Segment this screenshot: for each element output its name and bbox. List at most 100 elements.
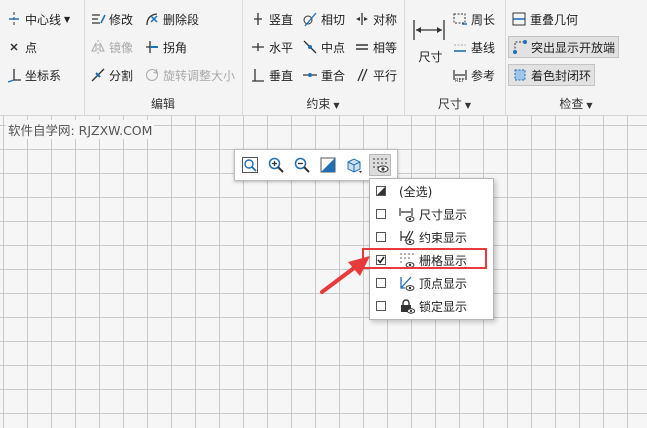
vertical-constraint-icon (254, 13, 262, 25)
menu-item-label: (全选) (399, 184, 433, 199)
svg-text:REF: REF (455, 78, 465, 83)
overlap-geometry-icon (512, 12, 526, 26)
ribbon: 中心线 ▼ 点 坐标系 修改 删除段 镜像 拐角 分割 旋转调整大小 编辑 竖直… (0, 0, 647, 116)
reference-icon: REF (453, 70, 467, 83)
baseline-label: 基线 (471, 40, 496, 55)
overlap-geometry-button[interactable]: 重叠几何 (511, 9, 578, 29)
parallel-constraint-button[interactable]: 平行 (354, 65, 397, 85)
symmetric-constraint-icon (356, 13, 368, 25)
centerline-label: 中心线 (25, 12, 62, 27)
tangent-constraint-button[interactable]: 相切 (302, 9, 345, 29)
checkbox-partial[interactable] (376, 186, 386, 196)
equal-constraint-icon (356, 44, 368, 50)
horizontal-constraint-button[interactable]: 水平 (250, 37, 293, 57)
perimeter-icon (453, 13, 467, 25)
tangent-constraint-icon (303, 12, 317, 27)
shade-closed-loops-label: 着色封闭环 (531, 68, 592, 83)
menu-item-vertex-display[interactable]: 顶点显示 (370, 272, 493, 294)
display-style-button[interactable] (343, 154, 365, 176)
chevron-down-icon[interactable]: ▼ (333, 101, 339, 110)
constraint-display-icon (400, 230, 415, 245)
refit-button[interactable] (239, 154, 261, 176)
dimension-button[interactable]: 尺寸 (412, 12, 449, 70)
checkbox[interactable] (376, 209, 386, 219)
midpoint-constraint-button[interactable]: 中点 (302, 37, 345, 57)
mirror-label: 镜像 (109, 40, 134, 55)
zoom-in-icon (268, 157, 284, 173)
point-icon (10, 43, 18, 51)
arrow-annotation-icon (320, 256, 370, 294)
rotate-resize-button[interactable]: 旋转调整大小 (144, 65, 235, 85)
checkbox[interactable] (376, 232, 386, 242)
zoom-out-icon (294, 157, 310, 173)
baseline-button[interactable]: 基线 (452, 37, 495, 57)
perpendicular-constraint-button[interactable]: 垂直 (250, 65, 293, 85)
chevron-down-icon[interactable]: ▼ (465, 101, 471, 110)
reference-button[interactable]: REF 参考 (452, 65, 495, 85)
symmetric-constraint-button[interactable]: 对称 (354, 9, 397, 29)
checkbox[interactable] (376, 301, 386, 311)
inspect-group: 重叠几何 突出显示开放端 着色封闭环 检查 ▼ (505, 0, 647, 115)
menu-item-lock-display[interactable]: 锁定显示 (370, 295, 493, 317)
delete-segment-button[interactable]: 删除段 (144, 9, 199, 29)
cube-icon (347, 158, 362, 173)
sketch-view-button[interactable] (317, 154, 339, 176)
equal-constraint-label: 相等 (373, 40, 398, 55)
chevron-down-icon[interactable]: ▼ (586, 101, 592, 110)
coordinate-system-button[interactable]: 坐标系 (6, 65, 61, 85)
divide-button[interactable]: 分割 (90, 65, 133, 85)
vertical-constraint-label: 竖直 (269, 12, 294, 27)
centerline-icon (9, 12, 19, 26)
modify-button[interactable]: 修改 (90, 9, 133, 29)
divide-icon (91, 68, 105, 82)
zoom-in-button[interactable] (265, 154, 287, 176)
highlight-open-ends-button[interactable]: 突出显示开放端 (508, 36, 620, 58)
edit-group: 修改 删除段 镜像 拐角 分割 旋转调整大小 编辑 (84, 0, 243, 115)
menu-item-label: 约束显示 (419, 230, 468, 245)
perimeter-button[interactable]: 周长 (452, 9, 495, 29)
baseline-icon (454, 44, 466, 52)
dimension-display-icon (399, 208, 415, 222)
menu-item-select-all[interactable]: (全选) (370, 180, 493, 202)
modify-icon (92, 14, 106, 24)
dimension-group: 尺寸 周长 基线 REF 参考 尺寸 ▼ (404, 0, 506, 115)
zoom-out-button[interactable] (291, 154, 313, 176)
menu-item-label: 锁定显示 (419, 299, 468, 314)
menu-item-constraint-display[interactable]: 约束显示 (370, 226, 493, 248)
mirror-button[interactable]: 镜像 (90, 37, 133, 57)
rotate-resize-label: 旋转调整大小 (163, 68, 236, 83)
highlight-box (362, 248, 487, 269)
sketch-view-icon (320, 157, 336, 173)
menu-item-dimension-display[interactable]: 尺寸显示 (370, 203, 493, 225)
checkbox[interactable] (376, 278, 386, 288)
horizontal-constraint-label: 水平 (269, 40, 294, 55)
modify-label: 修改 (109, 12, 134, 27)
point-button[interactable]: 点 (6, 37, 37, 57)
horizontal-constraint-icon (252, 43, 264, 51)
sketcher-display-filter-button[interactable] (369, 154, 391, 176)
highlight-open-ends-label: 突出显示开放端 (531, 40, 616, 55)
overlap-geometry-label: 重叠几何 (530, 12, 579, 27)
midpoint-constraint-label: 中点 (321, 40, 346, 55)
menu-item-label: 顶点显示 (419, 276, 468, 291)
divide-label: 分割 (109, 68, 134, 83)
constraint-group: 竖直 相切 对称 水平 中点 相等 垂直 重合 平行 约束 ▼ (242, 0, 405, 115)
equal-constraint-button[interactable]: 相等 (354, 37, 397, 57)
coordinate-system-icon (7, 69, 21, 83)
vertical-constraint-button[interactable]: 竖直 (250, 9, 293, 29)
graphics-toolbar (234, 149, 398, 181)
coincident-constraint-label: 重合 (321, 68, 346, 83)
chevron-down-icon[interactable]: ▼ (64, 15, 70, 24)
reference-label: 参考 (471, 68, 496, 83)
centerline-button[interactable]: 中心线 ▼ (6, 9, 70, 29)
perimeter-label: 周长 (471, 12, 496, 27)
delete-segment-label: 删除段 (163, 12, 200, 27)
grid-eye-icon (373, 158, 389, 173)
menu-item-label: 尺寸显示 (419, 207, 468, 222)
perpendicular-constraint-label: 垂直 (269, 68, 294, 83)
corner-button[interactable]: 拐角 (144, 37, 187, 57)
parallel-constraint-label: 平行 (373, 68, 398, 83)
shade-closed-loops-button[interactable]: 着色封闭环 (508, 64, 596, 86)
coincident-constraint-button[interactable]: 重合 (302, 65, 345, 85)
dimension-icon (413, 19, 445, 40)
